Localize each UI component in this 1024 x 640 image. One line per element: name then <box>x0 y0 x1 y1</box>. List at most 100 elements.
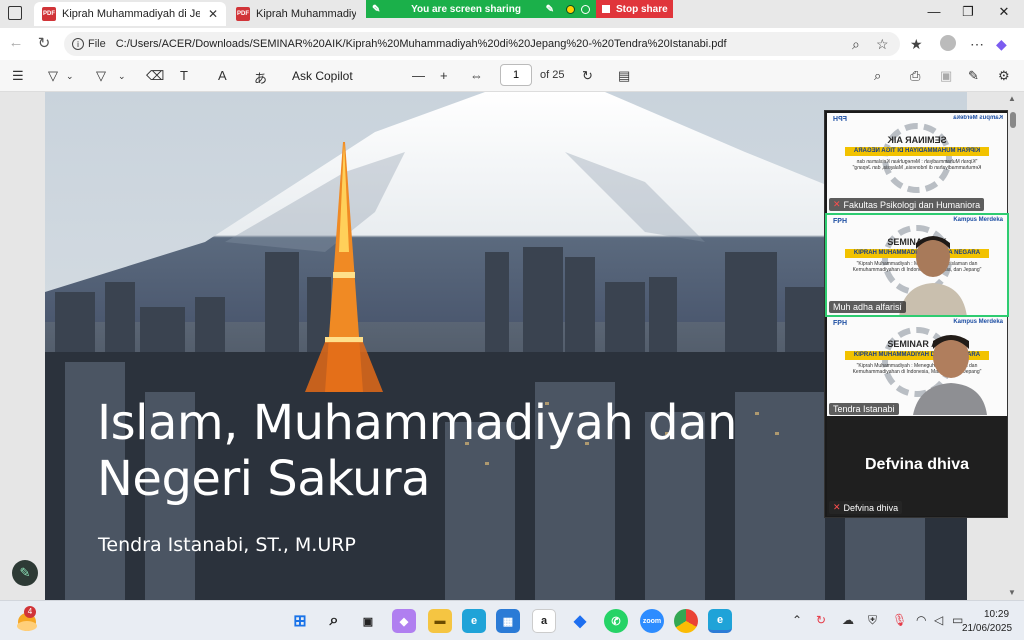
save-as-icon[interactable]: ✎ <box>968 68 979 84</box>
tab-actions-icon[interactable] <box>8 6 22 20</box>
stop-icon <box>602 5 610 13</box>
mic-muted-icon: ✕ <box>833 199 841 209</box>
chevron-down-icon[interactable]: ⌄ <box>118 71 126 82</box>
more-icon[interactable]: ⋯ <box>970 36 984 53</box>
edit-fab-button[interactable]: ✎ <box>12 560 38 586</box>
cloud-icon[interactable]: ☁ <box>842 613 854 627</box>
participant-tile[interactable]: Kampus Merdeka FPH SEMINAR AIK KIPRAH MU… <box>827 317 1007 417</box>
participant-display-name: Defvina dhiva <box>864 456 970 473</box>
minimize-icon[interactable]: — <box>924 4 944 19</box>
zoom-out-icon[interactable]: — <box>412 68 425 83</box>
chevron-down-icon[interactable]: ⌄ <box>66 71 74 82</box>
tab-kiprah-1[interactable]: PDF Kiprah Muhammadiyah di Jepang ✕ <box>34 2 226 26</box>
windows-taskbar: 4 ⊞ ⌕ ▣ ◆ ▬ e ▦ a ◆ ✆ zoom e ⌃ ↻ ☁ ⛨ 🎙 ◠… <box>0 600 1024 640</box>
favorite-star-icon[interactable]: ☆ <box>876 36 889 53</box>
back-icon[interactable]: ← <box>6 34 26 51</box>
participant-video <box>913 335 987 415</box>
microphone-icon[interactable]: 🎙 <box>892 613 907 627</box>
meeting-video-panel: Kampus Merdeka FPH SEMINAR AIK KIPRAH MU… <box>824 110 1009 518</box>
search-icon[interactable]: ⌕ <box>322 609 346 633</box>
store-icon[interactable]: ▦ <box>496 609 520 633</box>
save-icon[interactable]: ▣ <box>940 68 952 84</box>
participant-tile[interactable]: Defvina dhiva ✕ Defvina dhiva <box>827 416 1007 516</box>
share-label: You are screen sharing <box>411 3 521 15</box>
zoom-in-icon[interactable]: + <box>440 68 448 83</box>
scroll-up-icon[interactable]: ▲ <box>1008 94 1016 103</box>
tab-kiprah-2[interactable]: PDF Kiprah Muhammadiyah di Je <box>228 2 364 26</box>
slide-author: Tendra Istanabi, ST., M.URP <box>98 534 356 556</box>
record-icon[interactable] <box>566 4 575 14</box>
translate-icon[interactable]: あ <box>254 68 267 87</box>
wifi-icon[interactable]: ◠ <box>916 613 926 627</box>
start-icon[interactable]: ⊞ <box>288 609 312 633</box>
favorites-icon[interactable]: ★ <box>910 36 923 53</box>
ask-copilot-button[interactable]: Ask Copilot <box>292 69 353 83</box>
scroll-down-icon[interactable]: ▼ <box>1008 588 1016 597</box>
pin-icon[interactable]: ✎ <box>372 4 380 15</box>
close-tab-icon[interactable]: ✕ <box>208 7 218 21</box>
participant-name: Muh adha alfarisi <box>833 302 902 312</box>
scheme-label: File <box>88 38 106 50</box>
tab-label: Kiprah Muhammadiyah di Jepang <box>62 8 200 20</box>
avatar[interactable] <box>940 35 956 51</box>
share-status: ✎ You are screen sharing ✎ <box>366 0 596 18</box>
text-box-icon[interactable]: T <box>180 68 188 83</box>
read-aloud-icon[interactable]: A <box>218 68 227 83</box>
fit-page-icon[interactable]: ⇔ <box>470 68 483 83</box>
highlight-icon[interactable]: ▽ <box>48 68 58 84</box>
clock-date[interactable]: 21/06/2025 <box>962 623 1012 634</box>
address-bar[interactable]: i File C:/Users/ACER/Downloads/SEMINAR%2… <box>64 32 900 56</box>
clock-time[interactable]: 10:29 <box>984 609 1009 620</box>
slide-title-line-2: Negeri Sakura <box>97 451 431 507</box>
banner-logo-left: FPH <box>833 320 847 327</box>
banner-logo-right: Kampus Merdeka <box>953 217 1003 223</box>
copilot-icon[interactable]: ◆ <box>996 36 1007 53</box>
amazon-icon[interactable]: a <box>532 609 556 633</box>
page-number-input[interactable]: 1 <box>500 64 532 86</box>
contents-icon[interactable]: ☰ <box>12 68 24 84</box>
participant-name: Defvina dhiva <box>843 502 899 513</box>
restore-icon[interactable]: ❐ <box>958 4 978 20</box>
chrome-icon[interactable] <box>674 609 698 633</box>
sync-icon[interactable]: ↻ <box>816 613 826 627</box>
close-window-icon[interactable]: ✕ <box>994 4 1014 20</box>
dropbox-icon[interactable]: ◆ <box>568 609 592 633</box>
banner-subtitle: "Kiprah Muhammadiyah : Meneguhkan Keisla… <box>852 159 982 171</box>
rotate-icon[interactable]: ↻ <box>582 68 593 84</box>
eraser-icon[interactable]: ⌫ <box>146 68 164 84</box>
stop-share-label: Stop share <box>616 3 668 15</box>
whatsapp-icon[interactable]: ✆ <box>604 609 628 633</box>
edge-icon[interactable]: e <box>462 609 486 633</box>
page-view-icon[interactable]: ▤ <box>618 68 630 84</box>
draw-icon[interactable]: ▽ <box>96 68 106 84</box>
banner-logo-left: FPH <box>833 218 847 225</box>
scrollbar-thumb[interactable] <box>1010 112 1016 128</box>
participant-tile[interactable]: Kampus Merdeka FPH SEMINAR AIK KIPRAH MU… <box>825 213 1009 317</box>
stop-share-button[interactable]: Stop share <box>596 0 673 18</box>
participant-tile[interactable]: Kampus Merdeka FPH SEMINAR AIK KIPRAH MU… <box>827 113 1007 213</box>
participant-name: Fakultas Psikologi dan Humaniora <box>843 199 981 210</box>
volume-icon[interactable]: ◁ <box>934 613 943 627</box>
url-text[interactable]: C:/Users/ACER/Downloads/SEMINAR%20AIK/Ki… <box>116 38 727 50</box>
refresh-icon[interactable]: ↻ <box>34 34 54 52</box>
edge-active-icon[interactable]: e <box>708 609 732 633</box>
info-icon[interactable]: i <box>72 38 84 50</box>
pdf-icon: PDF <box>42 7 56 21</box>
task-view-icon[interactable]: ▣ <box>356 609 380 633</box>
participant-name: Tendra Istanabi <box>833 404 895 414</box>
search-icon[interactable]: ⌕ <box>874 68 881 84</box>
copilot-icon[interactable]: ◆ <box>392 609 416 633</box>
banner-logo-right: Kampus Merdeka <box>953 115 1003 121</box>
zoom-icon[interactable]: ⌕ <box>852 36 860 53</box>
file-explorer-icon[interactable]: ▬ <box>428 609 452 633</box>
pdf-toolbar: ☰ ▽ ⌄ ▽ ⌄ ⌫ T A あ Ask Copilot — + ⇔ 1 of… <box>0 60 1024 92</box>
print-icon[interactable]: ⎙ <box>910 68 920 84</box>
banner-emblem <box>882 123 952 193</box>
security-icon[interactable]: ⛨ <box>868 613 877 628</box>
zoom-app-icon[interactable]: zoom <box>640 609 664 633</box>
participant-nametag: ✕ Fakultas Psikologi dan Humaniora <box>829 198 985 211</box>
tray-overflow-icon[interactable]: ⌃ <box>792 613 802 627</box>
settings-icon[interactable]: ⚙ <box>998 68 1010 84</box>
mic-icon[interactable]: ✎ <box>546 4 554 15</box>
shield-icon[interactable] <box>581 4 590 14</box>
